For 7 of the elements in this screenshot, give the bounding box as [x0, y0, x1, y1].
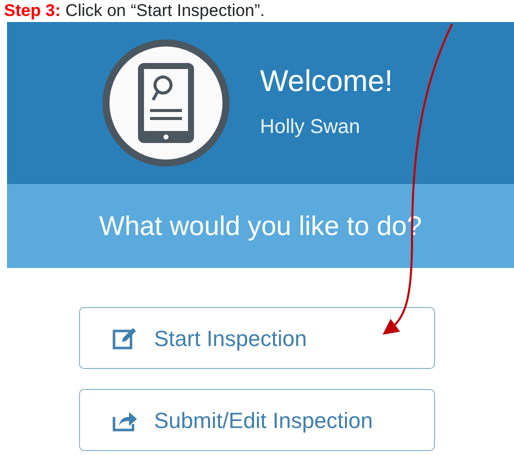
edit-icon — [112, 325, 138, 351]
action-button[interactable]: Start Inspection — [79, 307, 435, 369]
user-name: Holly Swan — [260, 114, 362, 140]
welcome-title: Welcome! — [260, 64, 393, 98]
action-button[interactable]: Submit/Edit Inspection — [79, 389, 435, 451]
tablet-search-icon — [102, 39, 230, 167]
instruction-caption: Step 3: Click on “Start Inspection”. — [3, 0, 266, 22]
